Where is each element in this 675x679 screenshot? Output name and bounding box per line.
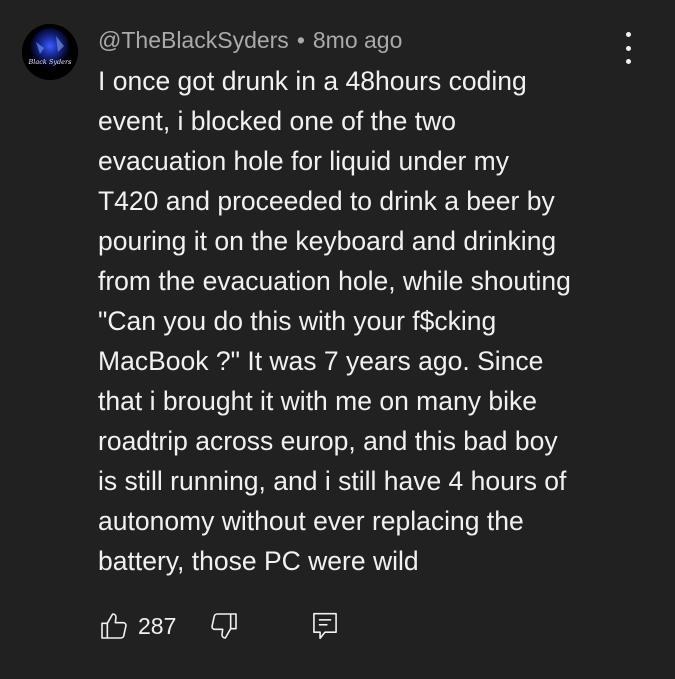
- comment-line: that i brought it with me on many bike: [98, 386, 537, 416]
- comment-actions: 287: [98, 606, 358, 646]
- reply-comment-icon: [310, 610, 340, 642]
- thumbs-down-icon: [208, 610, 240, 642]
- like-count: 287: [138, 613, 177, 639]
- avatar-logo-text: Black Syders: [28, 58, 73, 66]
- comment-line: "Can you do this with your f$cking: [98, 306, 497, 336]
- thumbs-up-icon: [98, 610, 130, 642]
- comment-timestamp[interactable]: 8mo ago: [313, 27, 403, 53]
- comment-line: battery, those PC were wild: [98, 546, 419, 576]
- comment-line: autonomy without ever replacing the: [98, 506, 524, 536]
- reply-button[interactable]: [310, 606, 340, 646]
- more-vertical-icon-dot-middle: [625, 45, 631, 51]
- comment-line: T420 and proceeded to drink a beer by: [98, 186, 555, 216]
- dislike-button[interactable]: [208, 606, 240, 646]
- comment-header: @TheBlackSyders • 8mo ago: [98, 26, 402, 54]
- comment-card: Black Syders @TheBlackSyders • 8mo ago I o…: [0, 0, 675, 679]
- comment-line: MacBook ?" It was 7 years ago. Since: [98, 346, 544, 376]
- comment-line: event, i blocked one of the two: [98, 106, 456, 136]
- comment-line: roadtrip across europ, and this bad boy: [98, 426, 558, 456]
- more-vertical-icon-dot-top: [625, 32, 631, 37]
- comment-line: evacuation hole for liquid under my: [98, 146, 509, 176]
- author-name[interactable]: @TheBlackSyders: [98, 27, 289, 53]
- like-button[interactable]: [98, 606, 130, 646]
- comment-text: I once got drunk in a 48hours coding eve…: [98, 61, 638, 581]
- comment-line: is still running, and i still have 4 hou…: [98, 466, 567, 496]
- avatar-image: Black Syders: [22, 24, 78, 80]
- comment-line: I once got drunk in a 48hours coding: [98, 66, 527, 96]
- avatar[interactable]: Black Syders: [22, 24, 78, 80]
- more-options-button[interactable]: [614, 32, 642, 64]
- meta-separator: •: [296, 27, 305, 53]
- comment-line: from the evacuation hole, while shouting: [98, 266, 571, 296]
- comment-line: pouring it on the keyboard and drinking: [98, 226, 557, 256]
